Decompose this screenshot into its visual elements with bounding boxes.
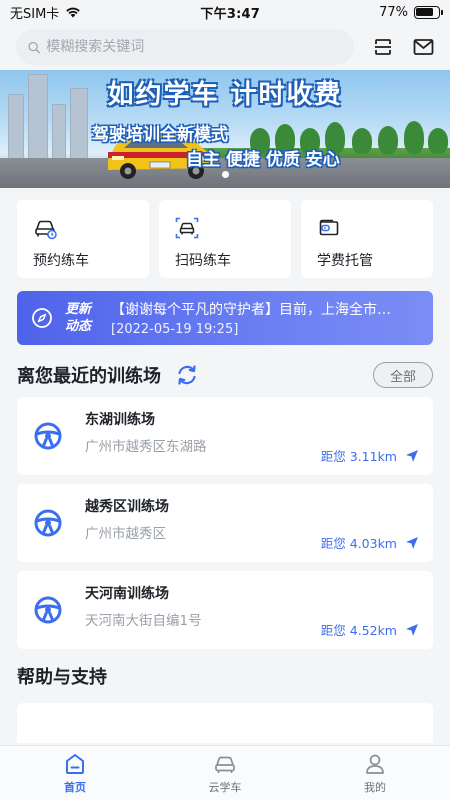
ground-address: 广州市越秀区 (85, 526, 166, 542)
ground-distance: 距您 4.52km (321, 620, 419, 639)
ground-name: 东湖训练场 (85, 412, 155, 428)
status-bar: 无SIM卡 下午3:47 77% (0, 0, 450, 24)
training-ground-card[interactable]: 越秀区训练场 广州市越秀区 距您 4.03km (17, 484, 433, 562)
feature-label: 扫码练车 (175, 253, 231, 269)
help-section-header: 帮助与支持 (0, 661, 450, 691)
battery-icon (413, 5, 443, 19)
help-card[interactable] (17, 703, 433, 743)
banner-tree (378, 126, 398, 154)
scan-icon (375, 39, 391, 55)
search-bar[interactable] (16, 29, 354, 65)
ground-name: 越秀区训练场 (85, 499, 169, 515)
car-clock-icon (35, 220, 57, 240)
battery-fill (416, 8, 433, 16)
scan-button[interactable] (372, 36, 394, 58)
status-left: 无SIM卡 (10, 3, 81, 22)
mail-icon (413, 39, 433, 55)
ground-name: 天河南训练场 (85, 586, 169, 602)
ground-info: 天河南训练场 天河南大街自编1号 (85, 571, 202, 629)
navigate-arrow-icon[interactable] (405, 449, 419, 463)
header (0, 24, 450, 70)
section-title: 离您最近的训练场 (17, 366, 161, 387)
status-time: 下午3:47 (200, 6, 260, 22)
ground-address: 广州市越秀区东湖路 (85, 439, 207, 455)
feature-grid: 预约练车 扫码练车 学费托管 (0, 188, 450, 278)
ground-info: 越秀区训练场 广州市越秀区 (85, 484, 169, 542)
banner-tree (404, 121, 424, 154)
section-title: 帮助与支持 (17, 667, 107, 688)
banner-slogan: 自主 便捷 优质 安心 (186, 150, 340, 170)
feature-label: 预约练车 (33, 253, 89, 269)
distance-text: 距您 3.11km (320, 449, 397, 464)
feature-scan-practice[interactable]: 扫码练车 (159, 200, 291, 278)
training-ground-list: 东湖训练场 广州市越秀区东湖路 距您 3.11km 越秀区训练场 广州市越秀区 … (0, 397, 450, 649)
compass-icon (32, 308, 52, 328)
navigate-arrow-icon[interactable] (405, 536, 419, 550)
tab-home[interactable]: 首页 (30, 752, 120, 795)
banner-carousel[interactable]: 如约学车 计时收费 驾驶培训全新模式 自主 便捷 优质 安心 (0, 70, 450, 188)
news-tag: 更新动态 (65, 302, 92, 334)
search-input[interactable] (46, 39, 342, 55)
search-icon (28, 41, 41, 53)
ground-info: 东湖训练场 广州市越秀区东湖路 (85, 397, 207, 455)
training-ground-card[interactable]: 天河南训练场 天河南大街自编1号 距您 4.52km (17, 571, 433, 649)
training-ground-card[interactable]: 东湖训练场 广州市越秀区东湖路 距您 3.11km (17, 397, 433, 475)
nearby-section-header: 离您最近的训练场 全部 (0, 353, 450, 397)
ground-distance: 距您 4.03km (321, 533, 419, 552)
steering-wheel-icon (34, 422, 62, 450)
news-date: [2022-05-19 19:25] (111, 322, 239, 337)
ground-distance: 距您 3.11km (321, 446, 419, 465)
tab-profile[interactable]: 我的 (330, 752, 420, 795)
news-content: 【谢谢每个平凡的守护者】目前，上海全市… [2022-05-19 19:25] (111, 299, 423, 337)
ground-address: 天河南大街自编1号 (85, 613, 202, 629)
user-icon (366, 754, 384, 774)
wallet-icon (319, 219, 339, 236)
distance-text: 距您 4.03km (320, 536, 397, 551)
tab-cloud-learning[interactable]: 云学车 (180, 752, 270, 795)
feature-book-practice[interactable]: 预约练车 (17, 200, 149, 278)
banner-building (52, 104, 66, 164)
feature-tuition-escrow[interactable]: 学费托管 (301, 200, 433, 278)
tab-bar: 首页 云学车 我的 (0, 745, 450, 800)
banner-title: 如约学车 计时收费 (107, 80, 343, 110)
car-icon (215, 756, 235, 773)
distance-text: 距您 4.52km (320, 623, 397, 638)
steering-wheel-icon (34, 509, 62, 537)
news-headline: 【谢谢每个平凡的守护者】目前，上海全市… (111, 302, 391, 318)
refresh-icon[interactable] (175, 363, 199, 387)
feature-label: 学费托管 (317, 253, 373, 269)
view-all-button[interactable]: 全部 (372, 362, 433, 388)
home-icon (66, 753, 84, 774)
tab-label: 首页 (64, 780, 86, 794)
carousel-dot-active[interactable] (221, 171, 229, 178)
banner-tree (352, 128, 372, 154)
tab-label: 我的 (364, 780, 386, 794)
steering-wheel-icon (34, 596, 62, 624)
tab-label: 云学车 (208, 780, 242, 794)
carrier-text: 无SIM卡 (10, 6, 60, 22)
mail-button[interactable] (412, 36, 434, 58)
banner-tree (428, 128, 448, 154)
scan-car-icon (175, 217, 199, 239)
wifi-icon (66, 7, 81, 18)
battery-percent: 77% (379, 4, 408, 20)
banner-subtitle: 驾驶培训全新模式 (92, 125, 228, 145)
carousel-indicator (0, 171, 450, 178)
status-right: 77% (379, 4, 443, 20)
news-banner[interactable]: 更新动态 【谢谢每个平凡的守护者】目前，上海全市… [2022-05-19 19… (17, 291, 433, 345)
navigate-arrow-icon[interactable] (405, 623, 419, 637)
